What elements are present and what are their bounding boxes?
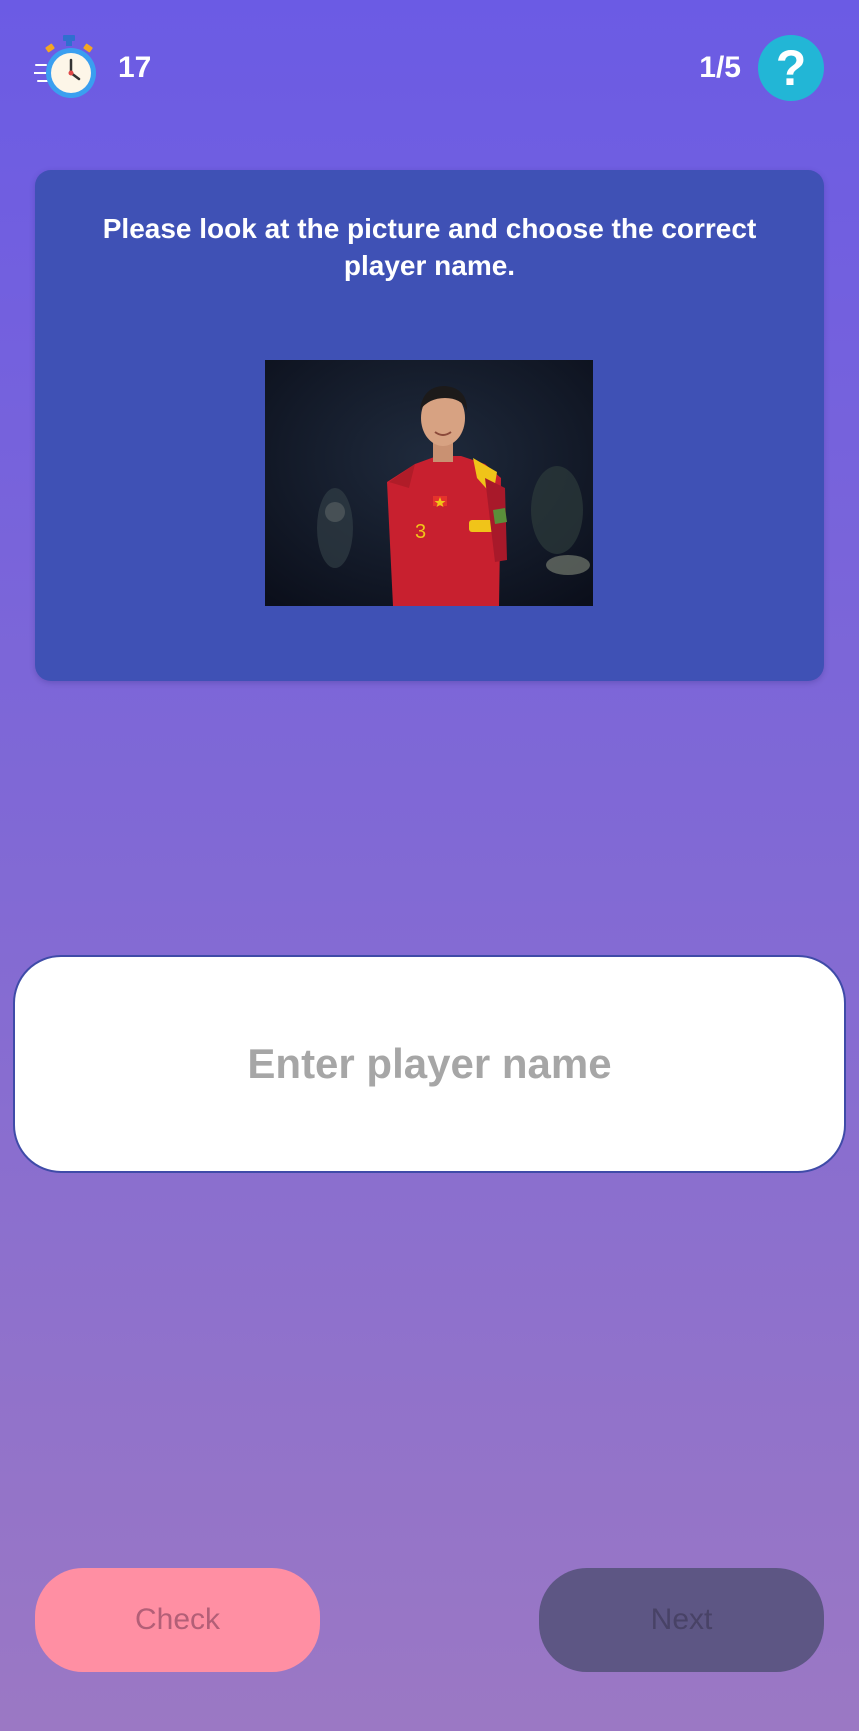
top-bar: 17 1/5 ? bbox=[0, 30, 859, 106]
stopwatch-icon bbox=[34, 35, 96, 98]
player-photo: 3 bbox=[265, 360, 593, 606]
timer-value: 17 bbox=[118, 51, 152, 84]
check-button[interactable]: Check bbox=[35, 1568, 320, 1672]
timer: 17 bbox=[34, 30, 151, 106]
question-text: Please look at the picture and choose th… bbox=[102, 213, 757, 281]
question-progress: 1/5 bbox=[699, 51, 741, 84]
player-name-input[interactable] bbox=[54, 1039, 805, 1089]
help-button[interactable]: ? bbox=[758, 35, 824, 101]
question-card: Please look at the picture and choose th… bbox=[35, 170, 824, 681]
question-mark-icon: ? bbox=[775, 40, 807, 96]
player-name-field[interactable] bbox=[13, 955, 846, 1173]
next-button[interactable]: Next bbox=[539, 1568, 824, 1672]
svg-text:3: 3 bbox=[415, 521, 426, 543]
